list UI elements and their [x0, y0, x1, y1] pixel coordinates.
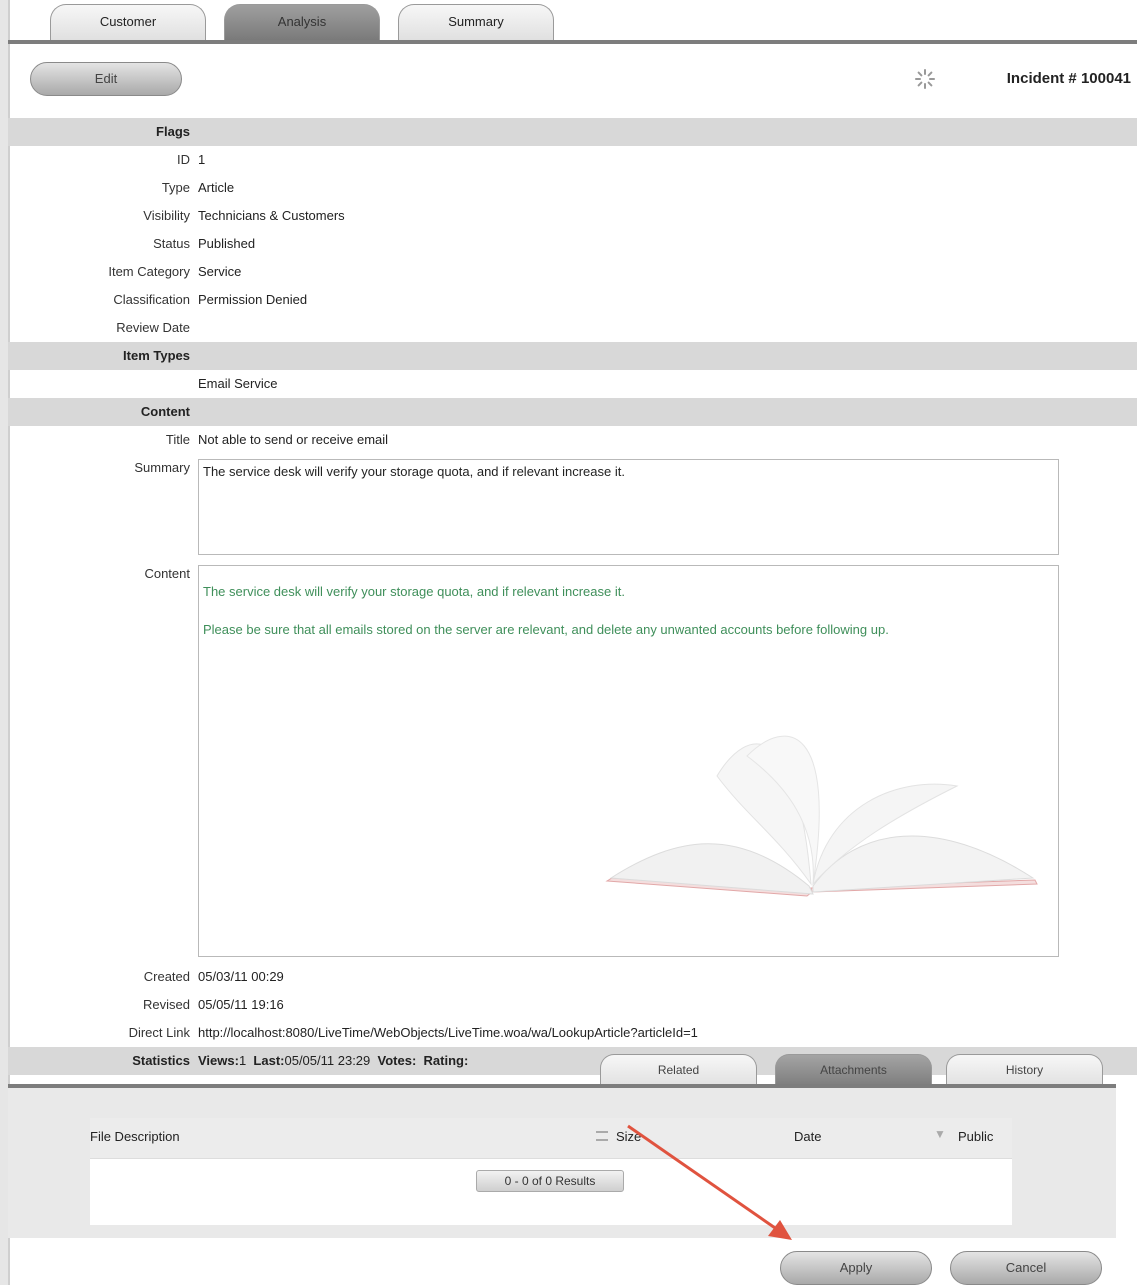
title-row: Title Not able to send or receive email: [8, 426, 1137, 454]
content-label: Content: [144, 566, 190, 581]
content-paragraph-1: The service desk will verify your storag…: [203, 584, 625, 599]
apply-button[interactable]: Apply: [780, 1251, 932, 1285]
tab-customer[interactable]: Customer: [50, 4, 206, 40]
visibility-label: Visibility: [143, 208, 190, 223]
created-label: Created: [143, 969, 190, 984]
direct-link-value[interactable]: http://localhost:8080/LiveTime/WebObject…: [198, 1019, 698, 1047]
loading-spinner-icon: [915, 69, 935, 89]
tab-related[interactable]: Related: [600, 1054, 757, 1086]
item-types-header: Item Types: [123, 348, 190, 363]
content-header: Content: [140, 404, 190, 419]
open-book-icon: [605, 735, 1038, 897]
status-value: Published: [198, 236, 256, 251]
review-date-label: Review Date: [116, 320, 190, 335]
flags-header: Flags: [156, 124, 190, 139]
column-file-description[interactable]: File Description: [90, 1129, 180, 1144]
attachments-table-header: File Description Size Date ▼ Public: [90, 1118, 1012, 1158]
status-row: Status Published: [8, 230, 1137, 258]
item-types-section: Item Types: [8, 342, 1137, 370]
content-paragraph-2: Please be sure that all emails stored on…: [203, 622, 889, 637]
filter-icon: ▼: [934, 1127, 946, 1141]
title-value: Not able to send or receive email: [198, 432, 389, 447]
revised-value: 05/05/11 19:16: [198, 997, 284, 1012]
revised-row: Revised 05/05/11 19:16: [8, 991, 1137, 1019]
edit-button[interactable]: Edit: [30, 62, 182, 96]
tab-summary[interactable]: Summary: [398, 4, 554, 40]
visibility-value: Technicians & Customers: [198, 208, 345, 223]
classification-row: Classification Permission Denied: [8, 286, 1137, 314]
content-section: Content: [8, 398, 1137, 426]
id-value: 1: [198, 152, 206, 167]
classification-value: Permission Denied: [198, 292, 308, 307]
summary-box: The service desk will verify your storag…: [198, 459, 1059, 555]
type-value: Article: [198, 180, 235, 195]
cancel-button[interactable]: Cancel: [950, 1251, 1102, 1285]
attachments-table-body: 0 - 0 of 0 Results: [90, 1158, 1012, 1225]
sort-icon: [596, 1131, 608, 1141]
item-category-row: Item Category Service: [8, 258, 1137, 286]
status-label: Status: [153, 236, 190, 251]
flags-section: Flags: [8, 118, 1137, 146]
statistics-values: Views:1 Last:05/05/11 23:29 Votes: Ratin…: [198, 1053, 469, 1068]
attachments-table: File Description Size Date ▼ Public 0 - …: [90, 1118, 1012, 1228]
annotation-arrow: [627, 1124, 792, 1240]
incident-number: Incident # 100041: [1006, 70, 1131, 87]
item-category-label: Item Category: [108, 264, 190, 279]
id-label: ID: [177, 152, 190, 167]
direct-link-label: Direct Link: [128, 1025, 190, 1040]
revised-label: Revised: [143, 997, 190, 1012]
tab-analysis[interactable]: Analysis: [224, 4, 380, 40]
summary-text: The service desk will verify your storag…: [203, 464, 625, 479]
item-category-value: Service: [198, 264, 242, 279]
summary-label: Summary: [134, 460, 190, 475]
type-row: Type Article: [8, 174, 1137, 202]
item-type-row: Email Service: [8, 370, 1137, 398]
statistics-label: Statistics: [132, 1053, 190, 1068]
tab-underline: [8, 40, 1137, 44]
type-label: Type: [161, 180, 190, 195]
column-public[interactable]: Public: [958, 1129, 993, 1144]
title-label: Title: [165, 432, 190, 447]
item-type-value: Email Service: [198, 376, 278, 391]
classification-label: Classification: [113, 292, 190, 307]
created-row: Created 05/03/11 00:29: [8, 963, 1137, 991]
created-value: 05/03/11 00:29: [198, 969, 284, 984]
id-row: ID 1: [8, 146, 1137, 174]
visibility-row: Visibility Technicians & Customers: [8, 202, 1137, 230]
direct-link-row: Direct Link http://localhost:8080/LiveTi…: [8, 1019, 1137, 1047]
results-count: 0 - 0 of 0 Results: [476, 1170, 624, 1192]
content-box: The service desk will verify your storag…: [198, 565, 1059, 957]
tab-history[interactable]: History: [946, 1054, 1103, 1086]
review-date-row: Review Date: [8, 314, 1137, 342]
tab-attachments[interactable]: Attachments: [775, 1054, 932, 1086]
